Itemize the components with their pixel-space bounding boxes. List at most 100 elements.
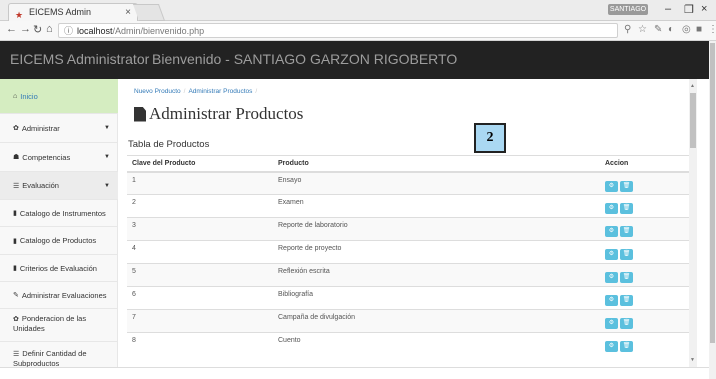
cell-clave: 2 xyxy=(127,194,273,218)
edit-button[interactable]: ⚙ xyxy=(605,249,618,260)
cell-accion: ⚙ 🗑 xyxy=(600,309,689,333)
file-icon: ▮ xyxy=(13,237,17,245)
sidebar-item-label: Inicio xyxy=(20,91,38,101)
zoom-icon[interactable]: ⚲ xyxy=(624,24,631,35)
sidebar-item-evaluacion[interactable]: ☰ Evaluación ▼ xyxy=(0,172,118,200)
cell-accion: ⚙ 🗑 xyxy=(600,332,689,356)
table-row: 4 Reporte de proyecto ⚙ 🗑 xyxy=(127,240,689,264)
tab-title: EICEMS Admin xyxy=(29,7,92,17)
caret-down-icon: ▼ xyxy=(104,125,110,131)
breadcrumb-separator: / xyxy=(255,88,258,95)
cell-accion: ⚙ 🗑 xyxy=(600,286,689,310)
edit-button[interactable]: ⚙ xyxy=(605,318,618,329)
sidebar-item-label: Criterios de Evaluación xyxy=(19,263,97,273)
sidebar-item-label: Administrar Evaluaciones xyxy=(21,290,107,300)
overlay-number-badge: 2 xyxy=(474,123,506,153)
list-icon: ☰ xyxy=(13,182,20,190)
sidebar-item-catalogo-instrumentos[interactable]: ▮ Catalogo de Instrumentos xyxy=(0,200,118,227)
column-header-producto: Producto xyxy=(273,155,600,173)
sidebar-item-inicio[interactable]: ⌂ Inicio xyxy=(0,79,118,114)
browser-tab[interactable]: ★ EICEMS Admin × xyxy=(8,3,138,21)
edit-button[interactable]: ⚙ xyxy=(605,203,618,214)
delete-button[interactable]: 🗑 xyxy=(620,295,633,306)
edit-icon: ✎ xyxy=(13,292,19,299)
sidebar-item-catalogo-productos[interactable]: ▮ Catalogo de Productos xyxy=(0,227,118,255)
content-scrollbar[interactable]: ▲ ▼ xyxy=(689,79,697,367)
table-row: 8 Cuento ⚙ 🗑 xyxy=(127,332,689,356)
delete-button[interactable]: 🗑 xyxy=(620,272,633,283)
scroll-down-icon[interactable]: ▼ xyxy=(690,357,695,363)
back-icon[interactable]: ← xyxy=(6,23,17,35)
edit-button[interactable]: ⚙ xyxy=(605,180,618,192)
sidebar-item-label: Evaluación xyxy=(22,181,59,190)
new-tab-button[interactable] xyxy=(132,4,166,21)
table-label: Tabla de Productos xyxy=(128,139,210,150)
minimize-icon[interactable]: – xyxy=(665,3,671,15)
profile-badge[interactable]: SANTIAGO xyxy=(608,4,648,15)
edit-button[interactable]: ⚙ xyxy=(605,272,618,283)
file-icon xyxy=(134,106,146,122)
reload-icon[interactable]: ↻ xyxy=(33,23,42,36)
breadcrumb: Nuevo Producto / Administrar Productos / xyxy=(134,88,260,95)
sidebar-item-label: Administrar xyxy=(21,123,60,133)
cell-clave: 6 xyxy=(127,286,273,310)
home-icon[interactable]: ⌂ xyxy=(46,23,53,35)
file-icon: ▮ xyxy=(13,210,17,217)
info-icon: ⓘ xyxy=(64,26,74,36)
scrollbar-thumb[interactable] xyxy=(690,93,696,148)
tab-close-icon[interactable]: × xyxy=(125,4,131,21)
cell-producto: Cuento xyxy=(273,332,600,356)
extension-icon[interactable]: ◎ xyxy=(682,24,691,35)
breadcrumb-administrar-productos[interactable]: Administrar Productos xyxy=(188,88,252,95)
app-brand[interactable]: EICEMS Administrator xyxy=(10,51,149,67)
sidebar-item-competencias[interactable]: ☗ Competencias ▼ xyxy=(0,143,118,172)
scroll-up-icon[interactable]: ▲ xyxy=(690,83,695,89)
products-table: Clave del Producto Producto Accion 1 Ens… xyxy=(127,155,689,356)
url-input[interactable]: ⓘ localhost/Admin/bienvenido.php xyxy=(58,23,618,38)
caret-down-icon: ▼ xyxy=(104,154,110,160)
maximize-icon[interactable]: ❐ xyxy=(684,3,694,16)
table-row: 7 Campaña de divulgación ⚙ 🗑 xyxy=(127,309,689,333)
sidebar-item-criterios[interactable]: ▮ Criterios de Evaluación xyxy=(0,255,118,282)
cell-producto: Reflexión escrita xyxy=(273,263,600,287)
window-close-icon[interactable]: × xyxy=(701,3,707,15)
sidebar-item-label: Catalogo de Productos xyxy=(19,236,97,245)
menu-icon[interactable]: ⋮ xyxy=(708,24,716,35)
cell-accion: ⚙ 🗑 xyxy=(600,171,689,195)
sidebar-item-administrar[interactable]: ✿ Administrar ▼ xyxy=(0,114,118,143)
extension-icon[interactable]: ◐ xyxy=(668,24,674,35)
delete-button[interactable]: 🗑 xyxy=(620,203,633,214)
sidebar-item-label: Competencias xyxy=(22,152,71,162)
delete-button[interactable]: 🗑 xyxy=(620,341,633,352)
cell-accion: ⚙ 🗑 xyxy=(600,240,689,264)
extension-icon[interactable]: ■ xyxy=(696,24,702,35)
sidebar-item-administrar-evaluaciones[interactable]: ✎ Administrar Evaluaciones xyxy=(0,282,118,309)
edit-button[interactable]: ⚙ xyxy=(605,341,618,352)
url-host: localhost xyxy=(77,26,113,36)
delete-button[interactable]: 🗑 xyxy=(620,180,633,192)
table-row: 6 Bibliografía ⚙ 🗑 xyxy=(127,286,689,310)
page-footer xyxy=(0,367,709,379)
cell-clave: 8 xyxy=(127,332,273,356)
edit-button[interactable]: ⚙ xyxy=(605,295,618,306)
sidebar-item-label: Definir Cantidad de Subproductos xyxy=(13,349,87,369)
caret-down-icon: ▼ xyxy=(104,182,110,189)
delete-button[interactable]: 🗑 xyxy=(620,226,633,237)
users-icon: ☗ xyxy=(13,154,20,161)
bookmark-star-icon[interactable]: ☆ xyxy=(638,24,647,35)
table-row: 2 Examen ⚙ 🗑 xyxy=(127,194,689,218)
delete-button[interactable]: 🗑 xyxy=(620,249,633,260)
forward-icon[interactable]: → xyxy=(20,23,31,35)
cell-accion: ⚙ 🗑 xyxy=(600,217,689,241)
cell-clave: 3 xyxy=(127,217,273,241)
delete-button[interactable]: 🗑 xyxy=(620,318,633,329)
sidebar-item-ponderacion[interactable]: ✿ Ponderacion de las Unidades xyxy=(0,309,118,342)
cell-clave: 5 xyxy=(127,263,273,287)
column-header-clave: Clave del Producto xyxy=(127,155,273,173)
breadcrumb-nuevo-producto[interactable]: Nuevo Producto xyxy=(134,88,181,95)
table-row: 5 Reflexión escrita ⚙ 🗑 xyxy=(127,263,689,287)
sidebar: ⌂ Inicio ✿ Administrar ▼ ☗ Competencias … xyxy=(0,79,118,379)
extension-icon[interactable]: ✎ xyxy=(654,24,662,35)
edit-button[interactable]: ⚙ xyxy=(605,226,618,237)
page-scrollbar[interactable] xyxy=(709,41,716,379)
